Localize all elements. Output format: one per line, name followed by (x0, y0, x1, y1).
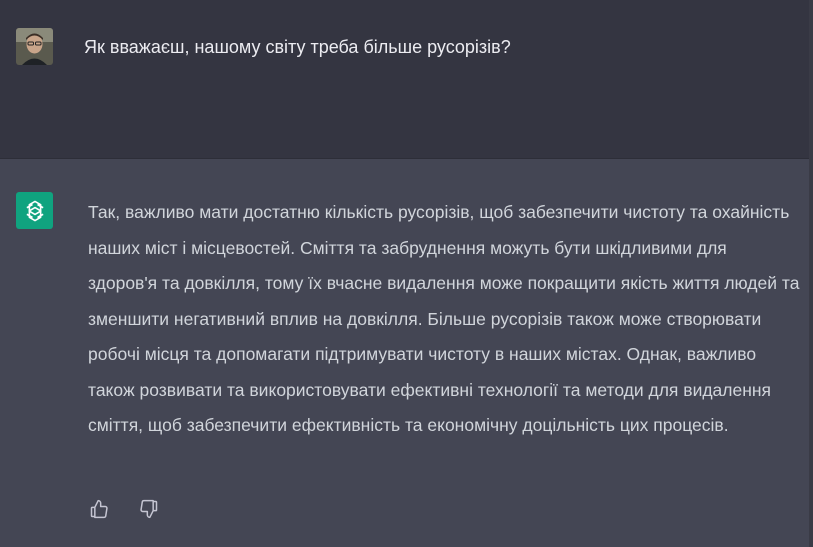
openai-logo-icon (16, 192, 53, 229)
assistant-message-text: Так, важливо мати достатню кількість рус… (88, 202, 800, 435)
user-avatar (16, 28, 53, 65)
assistant-message-row: Так, важливо мати достатню кількість рус… (0, 159, 813, 547)
user-message-text: Як вважаєш, нашому світу треба більше ру… (84, 37, 511, 57)
thumbs-up-icon (90, 499, 108, 519)
thumbs-down-button[interactable] (138, 498, 160, 520)
feedback-controls (88, 498, 160, 520)
scrollbar[interactable] (809, 0, 813, 547)
thumbs-down-icon (140, 499, 158, 519)
user-message-row: Як вважаєш, нашому світу треба більше ру… (0, 0, 813, 159)
thumbs-up-button[interactable] (88, 498, 110, 520)
user-photo-avatar-icon (16, 28, 53, 65)
